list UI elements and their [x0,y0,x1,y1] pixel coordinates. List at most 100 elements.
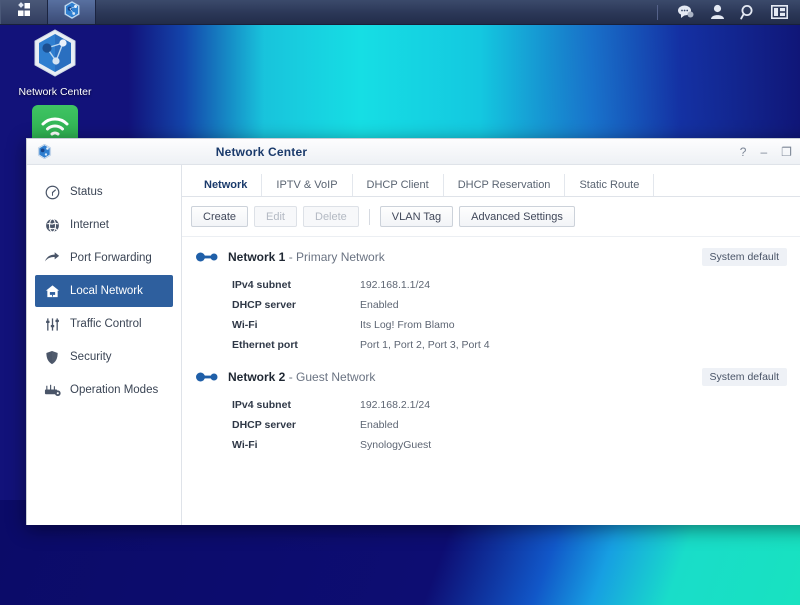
grid-icon [16,1,32,23]
sidebar-item-security[interactable]: Security [35,341,173,373]
shield-icon [43,350,61,365]
network-block: Network 2 - Guest Network System default [182,362,800,462]
sidebar-item-status[interactable]: Status [35,176,173,208]
detail-row: Wi-Fi SynologyGuest [232,438,800,454]
detail-key: DHCP server [232,419,297,431]
detail-key: IPv4 subnet [232,279,291,291]
network-description: - Primary Network [288,250,385,264]
sliders-icon [43,317,61,332]
taskbar-app-network-center[interactable] [48,0,96,24]
chat-bubble-icon[interactable] [677,4,695,20]
network-list: Network 1 - Primary Network System defau… [182,237,800,525]
network-details: IPv4 subnet 192.168.2.1/24 DHCP server E… [196,392,800,462]
detail-key: DHCP server [232,299,297,311]
tab-label: Network [204,179,248,191]
vlan-tag-button[interactable]: VLAN Tag [379,206,454,227]
network-name: Network 1 [228,250,286,264]
maximize-icon[interactable]: ❐ [781,146,792,158]
panel-layout-icon[interactable] [771,5,788,19]
detail-row: Ethernet port Port 1, Port 2, Port 3, Po… [232,338,800,354]
tab-label: Static Route [579,179,640,191]
tab-iptv-voip[interactable]: IPTV & VoIP [262,174,353,196]
window-titlebar[interactable]: Network Center ? – ❐ ✕ [27,139,800,165]
globe-icon [43,218,61,233]
magnifier-icon[interactable] [740,4,756,20]
app-launcher-button[interactable] [0,0,48,24]
tab-label: IPTV & VoIP [276,179,338,191]
detail-row: DHCP server Enabled [232,418,800,434]
help-icon[interactable]: ? [740,146,747,158]
tab-label: DHCP Client [366,179,429,191]
router-gear-icon [43,383,61,397]
detail-row: DHCP server Enabled [232,298,800,314]
detail-row: IPv4 subnet 192.168.2.1/24 [232,398,800,414]
minimize-icon[interactable]: – [760,146,767,158]
edit-button[interactable]: Edit [254,206,297,227]
sidebar-item-label: Operation Modes [70,384,159,396]
tab-network[interactable]: Network [190,174,263,196]
network-block: Network 1 - Primary Network System defau… [182,242,800,362]
button-label: Delete [315,210,347,223]
desktop-icon-label: Network Center [18,86,92,98]
taskbar-spacer [96,0,657,24]
tab-dhcp-client[interactable]: DHCP Client [353,174,444,196]
toolbar: Create Edit Delete VLAN Tag Advanced Set… [182,197,800,237]
detail-key: Wi-Fi [232,319,258,331]
sidebar-item-label: Internet [70,219,109,231]
home-network-icon [43,284,61,299]
main-panel: Network IPTV & VoIP DHCP Client DHCP Res… [182,165,800,525]
network-description: - Guest Network [288,370,376,384]
toolbar-divider [368,208,370,225]
advanced-settings-button[interactable]: Advanced Settings [459,206,575,227]
button-label: Edit [266,210,285,223]
sidebar-item-label: Local Network [70,285,143,297]
tray-divider [657,4,658,20]
sidebar: Status Internet Port Forwarding Local Ne… [27,165,182,525]
sidebar-item-traffic-control[interactable]: Traffic Control [35,308,173,340]
network-center-window: Network Center ? – ❐ ✕ Status [26,138,800,525]
detail-key: IPv4 subnet [232,399,291,411]
detail-value: Enabled [360,419,399,431]
gauge-icon [43,185,61,200]
sidebar-item-label: Security [70,351,112,363]
sidebar-item-port-forwarding[interactable]: Port Forwarding [35,242,173,274]
detail-row: IPv4 subnet 192.168.1.1/24 [232,278,800,294]
arrow-forward-icon [43,251,61,265]
network-header-actions: System default [701,368,800,386]
button-label: Create [203,210,237,223]
tab-static-route[interactable]: Static Route [565,174,655,196]
window-body: Status Internet Port Forwarding Local Ne… [27,165,800,525]
taskbar [0,0,800,25]
network-center-icon [36,143,53,165]
taskbar-tray [657,0,800,24]
network-header: Network 1 - Primary Network System defau… [196,242,800,272]
tab-dhcp-reservation[interactable]: DHCP Reservation [444,174,566,196]
person-icon[interactable] [710,4,725,20]
tab-label: DHCP Reservation [457,179,551,191]
detail-value: Its Log! From Blamo [360,319,455,331]
network-link-icon [196,371,218,383]
sidebar-item-operation-modes[interactable]: Operation Modes [35,374,173,406]
network-center-icon [32,29,78,83]
detail-value: SynologyGuest [360,439,432,451]
status-badge: System default [701,248,787,266]
detail-value: 192.168.1.1/24 [360,279,431,291]
detail-value: Enabled [360,299,399,311]
tab-bar: Network IPTV & VoIP DHCP Client DHCP Res… [182,171,800,197]
sidebar-item-label: Traffic Control [70,318,142,330]
sidebar-item-internet[interactable]: Internet [35,209,173,241]
button-label: VLAN Tag [391,210,442,223]
window-controls: ? – ❐ ✕ [740,139,800,165]
sidebar-item-label: Status [70,186,103,198]
network-center-icon [62,0,82,25]
status-badge: System default [701,368,787,386]
detail-key: Wi-Fi [232,439,258,451]
desktop-icon-network-center[interactable]: Network Center [0,28,110,98]
network-header-actions: System default [701,248,800,266]
detail-value: 192.168.2.1/24 [360,399,431,411]
detail-key: Ethernet port [232,339,298,351]
create-button[interactable]: Create [191,206,249,227]
sidebar-item-local-network[interactable]: Local Network [35,275,173,307]
network-header: Network 2 - Guest Network System default [196,362,800,392]
delete-button[interactable]: Delete [303,206,359,227]
